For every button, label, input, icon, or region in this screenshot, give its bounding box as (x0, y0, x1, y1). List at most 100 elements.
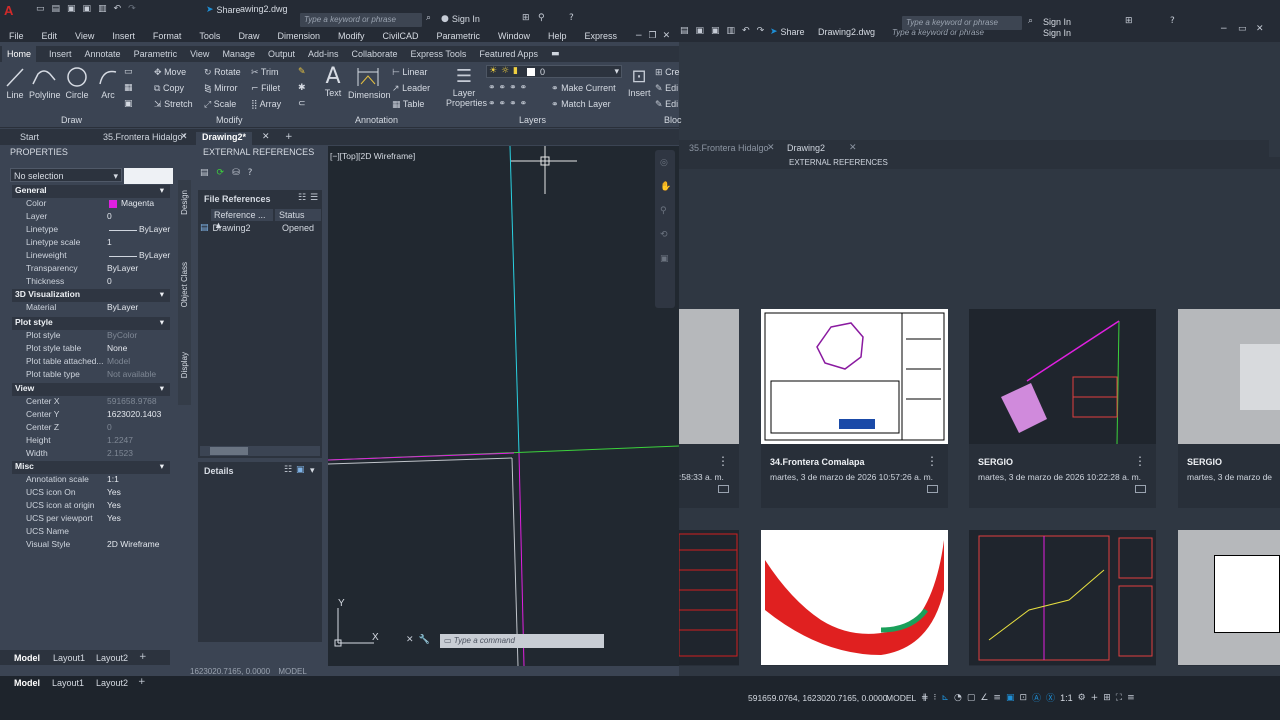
grid-icon[interactable]: ⋕ (921, 693, 929, 703)
tree-view-icon[interactable]: ☰ (310, 193, 318, 203)
copy-button[interactable]: ⧉ Copy (154, 83, 184, 94)
rectangle-icon[interactable]: ▭ (124, 67, 133, 77)
refresh-icon[interactable]: ⟳ (217, 168, 225, 178)
redo-icon[interactable]: ↷ (757, 26, 765, 36)
help-icon[interactable]: ? (248, 168, 253, 178)
tab-frontera-hidalgo[interactable]: 35.Frontera Hidalgo* (103, 132, 186, 142)
sign-in-3[interactable]: Sign In (1043, 28, 1071, 38)
autoscale-icon[interactable]: Ⓧ (1046, 691, 1055, 704)
search-input[interactable]: Type a keyword or phrase (300, 13, 422, 27)
recent-file-card[interactable] (761, 530, 948, 666)
move-button[interactable]: ✥ Move (154, 67, 186, 78)
section-misc[interactable]: Misc (12, 461, 170, 474)
layer-freeze-icon[interactable]: ⚭ (509, 83, 517, 93)
property-row[interactable]: Thickness 0 (12, 276, 170, 289)
tab-annotate[interactable]: Annotate (85, 49, 121, 59)
annotation-scale[interactable]: 1:1 (1060, 693, 1073, 703)
property-row[interactable]: UCS icon On Yes (12, 487, 170, 500)
undo-icon[interactable]: ↶ (742, 26, 750, 36)
make-current-button[interactable]: ⚭ Make Current (551, 83, 616, 94)
tab-parametric[interactable]: Parametric (134, 49, 178, 59)
ghost-tab-frontera[interactable]: 35.Frontera Hidalgo (689, 143, 769, 153)
layers-group-label[interactable]: Layers (519, 115, 546, 125)
close-tab-icon[interactable]: ✕ (180, 132, 188, 142)
recent-file-card[interactable]: SERGIO martes, 3 de marzo de 2026 10:22:… (969, 309, 1156, 508)
hatch-icon[interactable]: ▦ (124, 83, 133, 93)
dimension-button[interactable]: Dimension (348, 66, 391, 100)
property-row[interactable]: UCS icon at origin Yes (12, 500, 170, 513)
selection-cycling-icon[interactable]: ⊡ (1019, 693, 1027, 703)
mirror-button[interactable]: ⧎ Mirror (204, 83, 238, 94)
horizontal-scrollbar[interactable] (200, 446, 320, 456)
menu-view[interactable]: View (75, 31, 94, 41)
pan-icon[interactable]: ✋ (660, 182, 671, 192)
saveas-icon[interactable]: ▣ (711, 26, 720, 36)
layer-walk-icon[interactable]: ⚭ (488, 99, 496, 109)
property-row[interactable]: Transparency ByLayer (12, 263, 170, 276)
list-view-icon[interactable]: ☷ (298, 193, 306, 203)
annotation-visibility-icon[interactable]: Ⓐ (1032, 691, 1041, 704)
saveas-icon[interactable]: ▣ (83, 4, 92, 14)
menu-insert[interactable]: Insert (112, 31, 135, 41)
property-row[interactable]: Center X 591658.9768 (12, 396, 170, 409)
column-reference[interactable]: Reference ... ▲ (211, 209, 273, 230)
search-input-3[interactable]: Type a keyword or phrase (892, 28, 984, 37)
search-icon[interactable]: ⌕ (426, 13, 431, 23)
scale-button[interactable]: ⤢ Scale (204, 99, 236, 110)
menu-modify[interactable]: Modify (338, 31, 365, 41)
print-icon[interactable]: ▥ (98, 4, 107, 14)
status-tab-model[interactable]: Model (14, 678, 40, 688)
layer-lock-icon[interactable]: ⚭ (520, 83, 528, 93)
menu-express[interactable]: Express (585, 31, 618, 41)
wrench-icon[interactable]: 🔧 (419, 635, 430, 645)
layout-tab-layout2[interactable]: Layout2 (96, 653, 128, 663)
menu-edit[interactable]: Edit (42, 31, 58, 41)
menu-civilcad[interactable]: CivilCAD (383, 31, 419, 41)
menu-tools[interactable]: Tools (199, 31, 220, 41)
ribbon-toggle-icon[interactable]: ▬ (551, 49, 560, 59)
plus-icon[interactable]: + (1091, 693, 1099, 703)
recent-file-card[interactable] (678, 530, 739, 666)
redo-icon[interactable]: ↷ (128, 4, 136, 14)
share-button[interactable]: ➤ Share (206, 5, 241, 15)
more-options-icon[interactable]: ⋮ (1134, 454, 1146, 468)
section-plot-style[interactable]: Plot style (12, 317, 170, 330)
layer-thaw-icon[interactable]: ⚭ (509, 99, 517, 109)
side-tab-design[interactable]: Design (180, 190, 189, 215)
lineweight-icon[interactable]: ≡ (993, 693, 1001, 703)
property-row[interactable]: Linetype scale 1 (12, 237, 170, 250)
property-row[interactable]: UCS Name (12, 526, 170, 539)
command-input[interactable]: ▭ Type a command (440, 634, 604, 648)
explode-icon[interactable]: ✱ (298, 83, 306, 93)
new-tab-icon[interactable]: + (285, 132, 293, 142)
property-row[interactable]: Width 2.1523 (12, 448, 170, 461)
layer-off-icon[interactable]: ⚭ (488, 83, 496, 93)
property-row[interactable]: Plot style ByColor (12, 330, 170, 343)
menu-parametric[interactable]: Parametric (437, 31, 481, 41)
recent-file-card[interactable]: 34.Frontera Comalapa martes, 3 de marzo … (761, 309, 948, 508)
circle-button[interactable]: Circle (65, 66, 89, 100)
side-tab-display[interactable]: Display (180, 352, 189, 378)
status-coordinates[interactable]: 591659.0764, 1623020.7165, 0.0000 (748, 693, 887, 703)
polyline-button[interactable]: Polyline (29, 66, 61, 100)
cart-icon[interactable]: ⊞ (1125, 16, 1133, 26)
workspace-icon[interactable]: ⚙ (1078, 693, 1086, 703)
customize-icon[interactable]: ≡ (1127, 693, 1135, 703)
draw-group-label[interactable]: Draw (61, 115, 82, 125)
close-tab-icon[interactable]: ✕ (262, 132, 270, 142)
sign-in-button[interactable]: ● Sign In (441, 14, 480, 24)
zoom-icon[interactable]: ⚲ (660, 206, 667, 216)
recent-file-card[interactable] (969, 530, 1156, 666)
exchange-icon[interactable]: ⚲ (538, 13, 545, 23)
cloud-icon[interactable] (718, 485, 729, 493)
change-path-icon[interactable]: ⛁ (232, 168, 240, 178)
close-icon[interactable]: ✕ (663, 31, 671, 41)
text-button[interactable]: A Text (322, 66, 344, 99)
menu-window[interactable]: Window (498, 31, 530, 41)
undo-icon[interactable]: ↶ (114, 4, 122, 14)
match-layer-button[interactable]: ⚭ Match Layer (551, 99, 611, 110)
layout-tab-layout1[interactable]: Layout1 (53, 653, 85, 663)
open-icon[interactable]: ▤ (680, 26, 689, 36)
close-tab-icon[interactable]: ✕ (767, 143, 775, 153)
property-row[interactable]: Plot style table None (12, 343, 170, 356)
